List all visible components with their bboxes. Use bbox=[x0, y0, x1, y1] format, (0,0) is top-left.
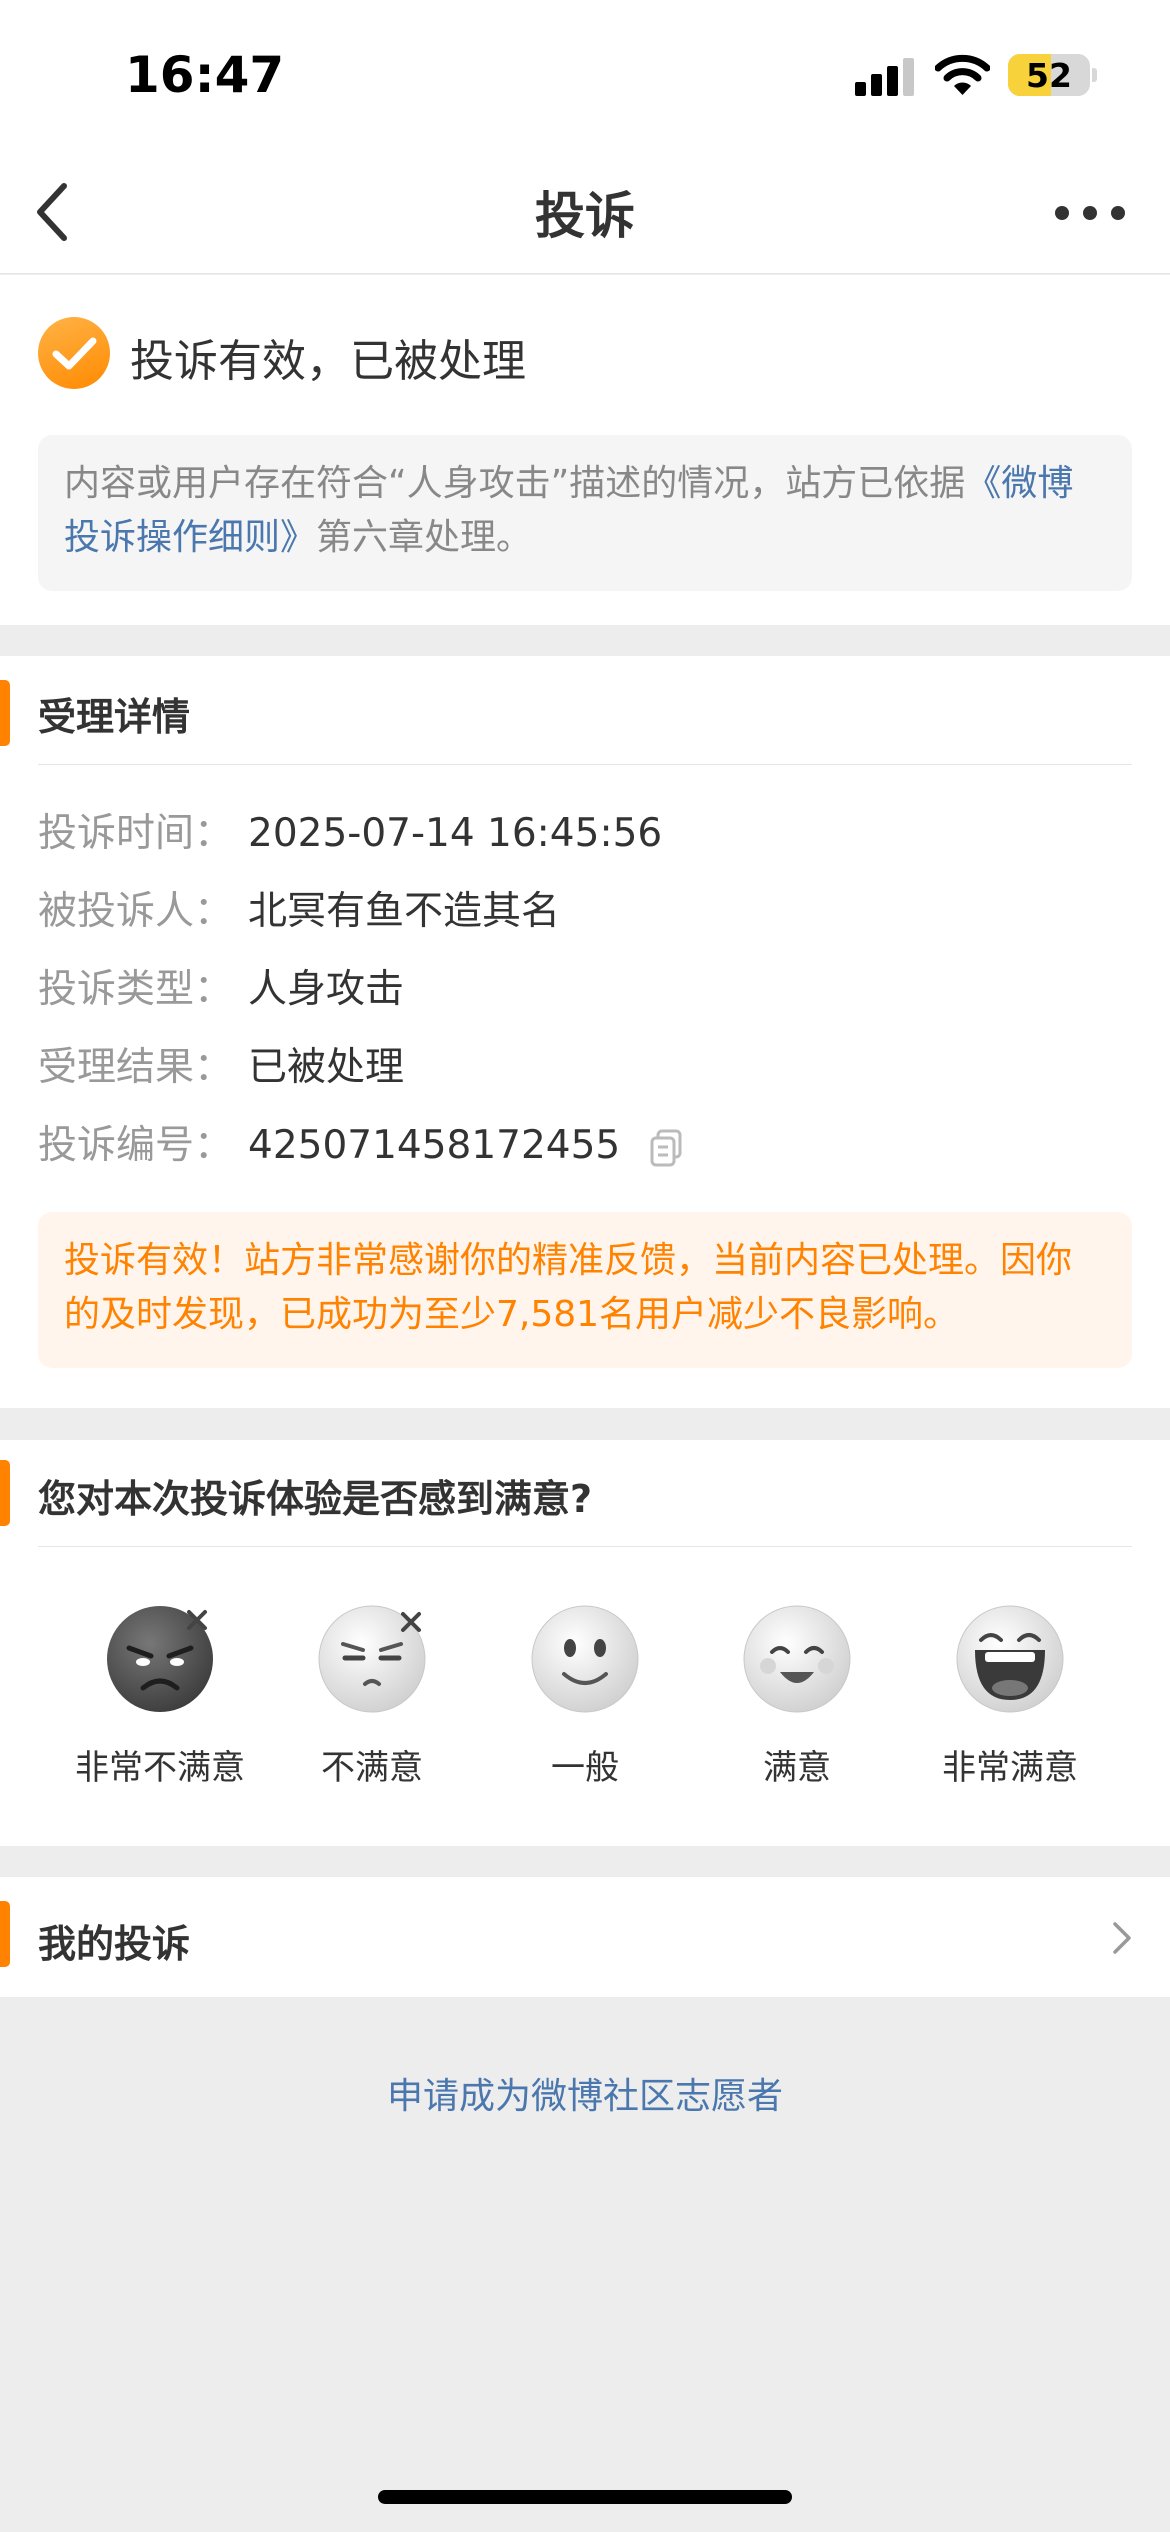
status-bar: 16:47 52 bbox=[0, 0, 1170, 150]
notice-text: 内容或用户存在符合“人身攻击”描述的情况，站方已依据 bbox=[64, 463, 966, 504]
detail-row-target: 被投诉人： 北冥有鱼不造其名 bbox=[38, 882, 560, 942]
chevron-right-icon bbox=[1113, 1922, 1131, 1954]
check-circle-icon bbox=[38, 317, 110, 389]
my-complaints-row[interactable]: 我的投诉 bbox=[0, 1877, 1170, 1997]
detail-label: 投诉时间： bbox=[38, 811, 234, 856]
rating-dissatisfied[interactable]: 不满意 bbox=[272, 1604, 472, 1789]
volunteer-apply-link[interactable]: 申请成为微博社区志愿者 bbox=[0, 2067, 1170, 2119]
section-marker bbox=[0, 1460, 10, 1526]
annoyed-face-icon bbox=[318, 1605, 426, 1713]
neutral-face-icon bbox=[531, 1605, 639, 1713]
result-title: 投诉有效，已被处理 bbox=[130, 336, 526, 387]
rating-label: 满意 bbox=[763, 1748, 831, 1788]
rating-label: 非常满意 bbox=[942, 1748, 1078, 1788]
detail-row-time: 投诉时间： 2025-07-14 16:45:56 bbox=[38, 804, 662, 864]
status-time: 16:47 bbox=[125, 46, 285, 104]
detail-value: 北冥有鱼不造其名 bbox=[248, 889, 561, 934]
my-complaints-label: 我的投诉 bbox=[38, 1922, 191, 1966]
rating-label: 非常不满意 bbox=[75, 1748, 245, 1788]
complaint-result-section: 投诉有效，已被处理 内容或用户存在符合“人身攻击”描述的情况，站方已依据《微博投… bbox=[0, 275, 1170, 625]
detail-value: 人身攻击 bbox=[248, 967, 405, 1012]
section-marker bbox=[0, 1901, 10, 1967]
rating-satisfied[interactable]: 满意 bbox=[697, 1604, 897, 1789]
detail-row-type: 投诉类型： 人身攻击 bbox=[38, 960, 404, 1020]
detail-label: 被投诉人： bbox=[38, 889, 234, 934]
home-indicator[interactable] bbox=[378, 2490, 792, 2504]
rating-label: 一般 bbox=[551, 1748, 619, 1788]
copy-icon[interactable] bbox=[649, 1129, 683, 1167]
battery-icon: 52 bbox=[1008, 54, 1090, 96]
detail-value: 已被处理 bbox=[248, 1045, 405, 1090]
notice-suffix: 第六章处理。 bbox=[316, 517, 533, 558]
thanks-notice: 投诉有效！站方非常感谢你的精准反馈，当前内容已处理。因你的及时发现，已成功为至少… bbox=[38, 1212, 1132, 1368]
detail-label: 投诉编号： bbox=[38, 1123, 234, 1168]
rating-label: 不满意 bbox=[321, 1748, 423, 1788]
detail-row-number: 投诉编号： 425071458172455 bbox=[38, 1116, 683, 1176]
nav-bar: 投诉 bbox=[0, 150, 1170, 274]
detail-row-result: 受理结果： 已被处理 bbox=[38, 1038, 404, 1098]
detail-label: 受理结果： bbox=[38, 1045, 234, 1090]
detail-section: 受理详情 投诉时间： 2025-07-14 16:45:56 被投诉人： 北冥有鱼不… bbox=[0, 656, 1170, 1408]
section-marker bbox=[0, 680, 10, 746]
divider bbox=[38, 1546, 1132, 1547]
page-title: 投诉 bbox=[535, 187, 635, 245]
result-notice: 内容或用户存在符合“人身攻击”描述的情况，站方已依据《微博投诉操作细则》第六章处… bbox=[38, 435, 1132, 591]
very-angry-face-icon bbox=[107, 1606, 213, 1712]
complaint-page: 16:47 52 投诉 投诉有效，已被处理 内容或用户存在符合“人身攻击”描述的… bbox=[0, 0, 1170, 2532]
battery-tip bbox=[1092, 68, 1097, 82]
detail-section-title: 受理详情 bbox=[38, 695, 191, 739]
rating-very-dissatisfied[interactable]: 非常不满意 bbox=[60, 1604, 260, 1789]
rating-neutral[interactable]: 一般 bbox=[485, 1604, 685, 1789]
complaint-number: 425071458172455 bbox=[248, 1123, 621, 1168]
satisfaction-title: 您对本次投诉体验是否感到满意? bbox=[38, 1477, 593, 1521]
rating-very-satisfied[interactable]: 非常满意 bbox=[910, 1604, 1110, 1789]
detail-value: 2025-07-14 16:45:56 bbox=[248, 811, 663, 856]
smiling-face-icon bbox=[743, 1605, 851, 1713]
laughing-face-icon bbox=[956, 1605, 1064, 1713]
more-options-icon[interactable] bbox=[1055, 200, 1125, 224]
cellular-signal-icon bbox=[855, 58, 915, 96]
divider bbox=[38, 764, 1132, 765]
detail-label: 投诉类型： bbox=[38, 967, 234, 1012]
battery-percentage: 52 bbox=[1026, 56, 1072, 95]
wifi-icon bbox=[935, 54, 990, 95]
satisfaction-section: 您对本次投诉体验是否感到满意? 非常不满意 不满意 一般 满意 非常满意 bbox=[0, 1440, 1170, 1846]
